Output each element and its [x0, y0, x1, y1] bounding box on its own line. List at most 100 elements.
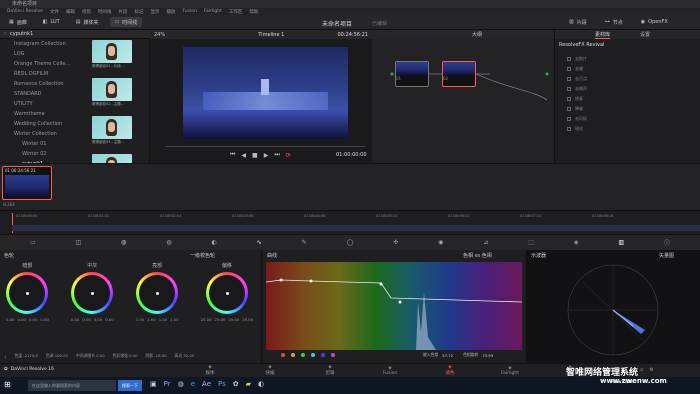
menu-item[interactable]: 编辑 — [66, 9, 75, 15]
wheel-value[interactable]: 0.00 — [17, 317, 25, 322]
explorer-icon[interactable]: ▰ — [246, 380, 251, 388]
media-pool-button[interactable]: ▤ 媒体夹 — [71, 17, 104, 27]
timeline-button[interactable]: ▭ 时间线 — [109, 17, 143, 27]
scrub-bar[interactable] — [165, 146, 365, 147]
green-swatch[interactable] — [301, 353, 305, 357]
openfx-button[interactable]: ◉ OpenFX — [636, 17, 673, 27]
menu-item[interactable]: 标记 — [134, 9, 143, 15]
loop-icon[interactable]: ⟳ — [286, 152, 291, 159]
album-tree-item[interactable]: REDL DGFILM — [0, 69, 72, 79]
hue-rotate-value[interactable]: 73.93 — [482, 353, 493, 358]
aftereffects-icon[interactable]: Ae — [202, 380, 211, 388]
clips-button[interactable]: ▥ 片段 — [564, 17, 592, 27]
still-item[interactable]: 赛博朋克01...片段... — [92, 40, 142, 69]
wheel-value[interactable]: 25.00 — [242, 317, 253, 322]
wheel-value[interactable]: 25.00 — [228, 317, 239, 322]
settings-icon[interactable]: ⚙ — [649, 367, 653, 373]
info-icon[interactable]: ⓘ — [664, 238, 670, 247]
wheel-value[interactable]: 0.00 — [94, 317, 102, 322]
window-icon[interactable]: ◯ — [347, 239, 354, 246]
wheel-handle[interactable] — [156, 292, 160, 295]
page-tab[interactable]: ◈ 媒体 — [180, 365, 240, 376]
menu-item[interactable]: 工作区 — [229, 9, 243, 15]
edge-icon[interactable]: e — [191, 380, 195, 388]
3d-icon[interactable]: ◈ — [574, 239, 579, 246]
wheel-value[interactable]: 1.00 — [136, 317, 144, 322]
openfx-item[interactable]: 去噪 — [555, 64, 700, 74]
color-wheels-icon[interactable]: ◎ — [121, 239, 126, 246]
skip-back-icon[interactable]: ⏮ — [230, 151, 235, 159]
menu-item[interactable]: 播放 — [166, 9, 175, 15]
color-match-icon[interactable]: ◫ — [76, 239, 82, 246]
adjustment-value[interactable]: 色温 -2170.0 — [14, 353, 37, 359]
wheel-handle[interactable] — [26, 292, 30, 295]
collapse-icon[interactable]: ‹ — [4, 31, 6, 37]
album-name[interactable]: cyputnk1 — [10, 31, 33, 37]
wheel-value[interactable]: 0.00 — [71, 317, 79, 322]
adjustment-value[interactable]: 色调 100.00 — [46, 353, 68, 359]
menu-item[interactable]: 显示 — [150, 9, 159, 15]
resolve-task-icon[interactable]: ✿ — [233, 380, 239, 388]
browser-icon[interactable]: ◐ — [258, 380, 264, 388]
adjustment-value[interactable]: 色彩增强 0.00 — [113, 353, 138, 359]
color-wheel[interactable] — [6, 272, 49, 314]
magenta-swatch[interactable] — [331, 353, 335, 357]
input-hue-value[interactable]: 57.72 — [442, 353, 453, 358]
page-tab[interactable]: ◈ 剪辑 — [300, 365, 360, 376]
lut-button[interactable]: ◧ LUT — [38, 17, 65, 27]
timeline-name[interactable]: Timeline 1 — [258, 32, 284, 38]
wheel-value[interactable]: 0.00 — [6, 317, 14, 322]
blur-icon[interactable]: ◉ — [438, 239, 443, 246]
motion-effects-icon[interactable]: ◐ — [211, 239, 216, 246]
still-item[interactable]: 赛博朋克02...主题... — [92, 78, 142, 107]
photoshop-icon[interactable]: Ps — [218, 380, 226, 388]
album-tree-item[interactable]: Romance Collection — [0, 79, 72, 89]
qualifier-icon[interactable]: ✎ — [302, 239, 307, 246]
wheel-value[interactable]: 0.00 — [40, 317, 48, 322]
album-tree-item[interactable]: UTILITY — [0, 99, 72, 109]
wheel-value[interactable]: 1.00 — [170, 317, 178, 322]
adjustment-value[interactable]: 高光 32.00 — [175, 353, 195, 359]
album-tree-item[interactable]: Instagram Collection — [0, 39, 72, 49]
taskbar-search[interactable]: 在这里输入你要搜索的内容 — [28, 380, 116, 391]
page-tab[interactable]: ◈ Fusion — [360, 366, 420, 376]
menu-item[interactable]: 时间线 — [98, 9, 112, 15]
wheel-handle[interactable] — [91, 292, 95, 295]
search-button[interactable]: 搜索一下 — [118, 380, 142, 391]
gallery-button[interactable]: ▦ 画廊 — [4, 17, 32, 27]
wheel-value[interactable]: 1.00 — [159, 317, 167, 322]
openfx-item[interactable]: 去闪烁 — [555, 114, 700, 124]
wheel-value[interactable]: 25.00 — [201, 317, 212, 322]
wheel-value[interactable]: 1.00 — [147, 317, 155, 322]
reverse-icon[interactable]: ◀ — [241, 152, 246, 159]
adjustment-value[interactable]: 1 — [4, 354, 6, 359]
sizing-icon[interactable]: ⬚ — [528, 239, 534, 246]
page-tab[interactable]: ◈ Fairlight — [480, 366, 540, 376]
camera-raw-icon[interactable]: ▭ — [30, 239, 36, 246]
openfx-item[interactable]: 去胶片 — [555, 54, 700, 64]
album-tree-item[interactable]: Warmtheme — [0, 109, 72, 119]
scopes-icon[interactable]: ▥ — [618, 239, 624, 246]
chrome-icon[interactable]: ◍ — [178, 380, 184, 388]
wheel-value[interactable]: 0.00 — [105, 317, 113, 322]
menu-item[interactable]: Fusion — [182, 9, 196, 14]
zoom-level[interactable]: 24% — [154, 32, 165, 38]
openfx-item[interactable]: 锐化 — [555, 124, 700, 134]
color-wheel[interactable] — [71, 272, 114, 314]
color-wheel[interactable] — [136, 272, 179, 314]
album-tree-item[interactable]: Wedding Collection — [0, 119, 72, 129]
album-tree-item[interactable]: LOG — [0, 49, 72, 59]
hue-curve-graph[interactable] — [266, 262, 522, 350]
wheel-value[interactable]: 0.00 — [29, 317, 37, 322]
wheel-handle[interactable] — [225, 292, 229, 295]
menu-item[interactable]: DaVinci Resolve — [7, 9, 43, 14]
openfx-tab[interactable]: 素材库 — [595, 31, 611, 39]
still-item[interactable]: 赛博朋克03...主题... — [92, 116, 142, 145]
adjustment-value[interactable]: 阴影 -16.50 — [146, 353, 167, 359]
menu-item[interactable]: Fairlight — [204, 9, 222, 14]
key-icon[interactable]: ⊿ — [483, 239, 488, 246]
orange-swatch[interactable] — [291, 353, 295, 357]
premiere-icon[interactable]: Pr — [164, 380, 171, 388]
nodes-button[interactable]: ⊶ 节点 — [600, 17, 628, 27]
rgb-mixer-icon[interactable]: ◍ — [166, 239, 171, 246]
